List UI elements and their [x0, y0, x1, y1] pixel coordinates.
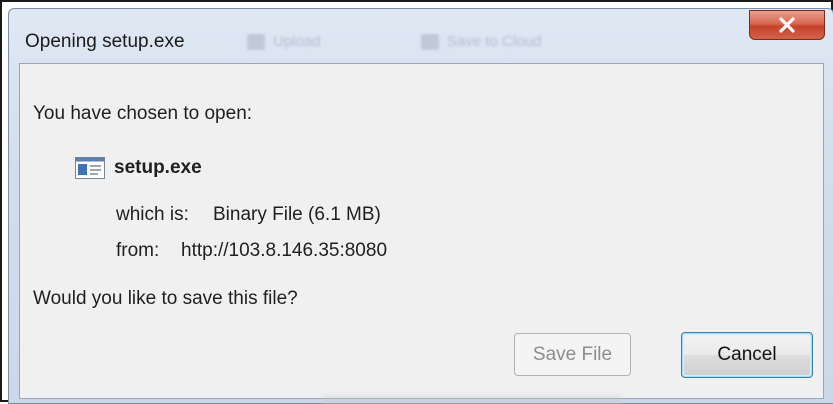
background-toolbar-upload: Upload: [247, 33, 321, 51]
title-bar[interactable]: Opening setup.exe Upload Save to Cloud: [9, 9, 833, 59]
prompt-text: You have chosen to open:: [33, 103, 253, 124]
save-question: Would you like to save this file?: [33, 288, 298, 309]
dialog-content: You have chosen to open: setup.exe which…: [19, 63, 824, 399]
source-label: from:: [116, 240, 160, 261]
save-file-button[interactable]: Save File: [514, 333, 631, 376]
close-icon: [779, 17, 795, 33]
exe-file-icon: [75, 157, 105, 179]
source-url: http://103.8.146.35:8080: [181, 240, 388, 261]
upload-icon: [247, 34, 265, 51]
close-button[interactable]: [749, 10, 825, 40]
cancel-button[interactable]: Cancel: [681, 332, 813, 378]
file-type-label: which is:: [116, 204, 189, 225]
window-title: Opening setup.exe: [25, 31, 185, 52]
background-blur: [322, 396, 622, 404]
download-dialog-window: Opening setup.exe Upload Save to Cloud Y…: [8, 8, 833, 404]
screenshot-frame: Opening setup.exe Upload Save to Cloud Y…: [0, 0, 833, 404]
cloud-icon: [421, 34, 439, 51]
file-type-value: Binary File (6.1 MB): [213, 204, 381, 225]
file-name: setup.exe: [114, 157, 202, 178]
background-toolbar-save-cloud: Save to Cloud: [421, 33, 541, 51]
